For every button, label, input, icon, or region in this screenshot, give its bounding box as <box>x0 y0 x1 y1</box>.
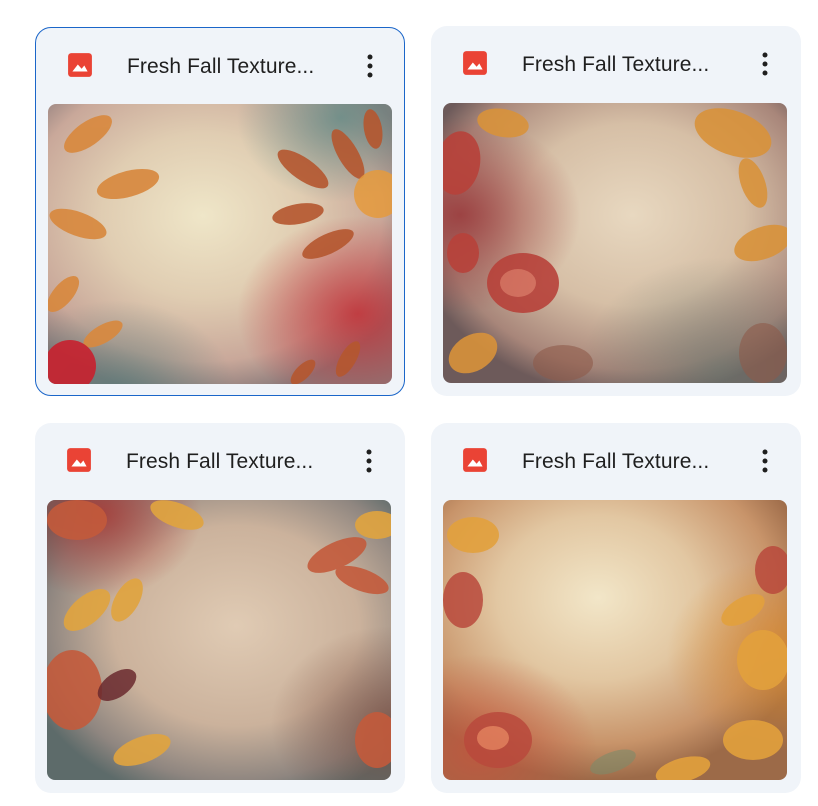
more-vert-icon <box>762 449 768 473</box>
file-card-header: Fresh Fall Texture... <box>36 28 404 104</box>
image-file-icon <box>67 448 91 472</box>
file-card-header: Fresh Fall Texture... <box>431 423 801 499</box>
file-card[interactable]: Fresh Fall Texture... <box>431 423 801 793</box>
more-actions-button[interactable] <box>747 46 783 82</box>
more-vert-icon <box>366 449 372 473</box>
file-title[interactable]: Fresh Fall Texture... <box>522 51 737 79</box>
file-grid: Fresh Fall Texture... Fresh Fall Texture… <box>0 0 818 806</box>
more-vert-icon <box>367 54 373 78</box>
file-title[interactable]: Fresh Fall Texture... <box>522 448 737 476</box>
fall-texture-preview-4[interactable] <box>443 500 787 780</box>
more-actions-button[interactable] <box>351 443 387 479</box>
file-card[interactable]: Fresh Fall Texture... <box>431 26 801 396</box>
image-file-icon <box>68 53 92 77</box>
fall-texture-preview-2[interactable] <box>443 103 787 383</box>
file-card[interactable]: Fresh Fall Texture... <box>35 27 405 396</box>
more-actions-button[interactable] <box>352 48 388 84</box>
file-title[interactable]: Fresh Fall Texture... <box>127 53 342 81</box>
image-file-icon <box>463 51 487 75</box>
file-card-header: Fresh Fall Texture... <box>35 423 405 499</box>
more-vert-icon <box>762 52 768 76</box>
fall-texture-preview-3[interactable] <box>47 500 391 780</box>
more-actions-button[interactable] <box>747 443 783 479</box>
file-card[interactable]: Fresh Fall Texture... <box>35 423 405 793</box>
fall-texture-preview-1[interactable] <box>48 104 392 384</box>
file-title[interactable]: Fresh Fall Texture... <box>126 448 341 476</box>
file-card-header: Fresh Fall Texture... <box>431 26 801 102</box>
image-file-icon <box>463 448 487 472</box>
